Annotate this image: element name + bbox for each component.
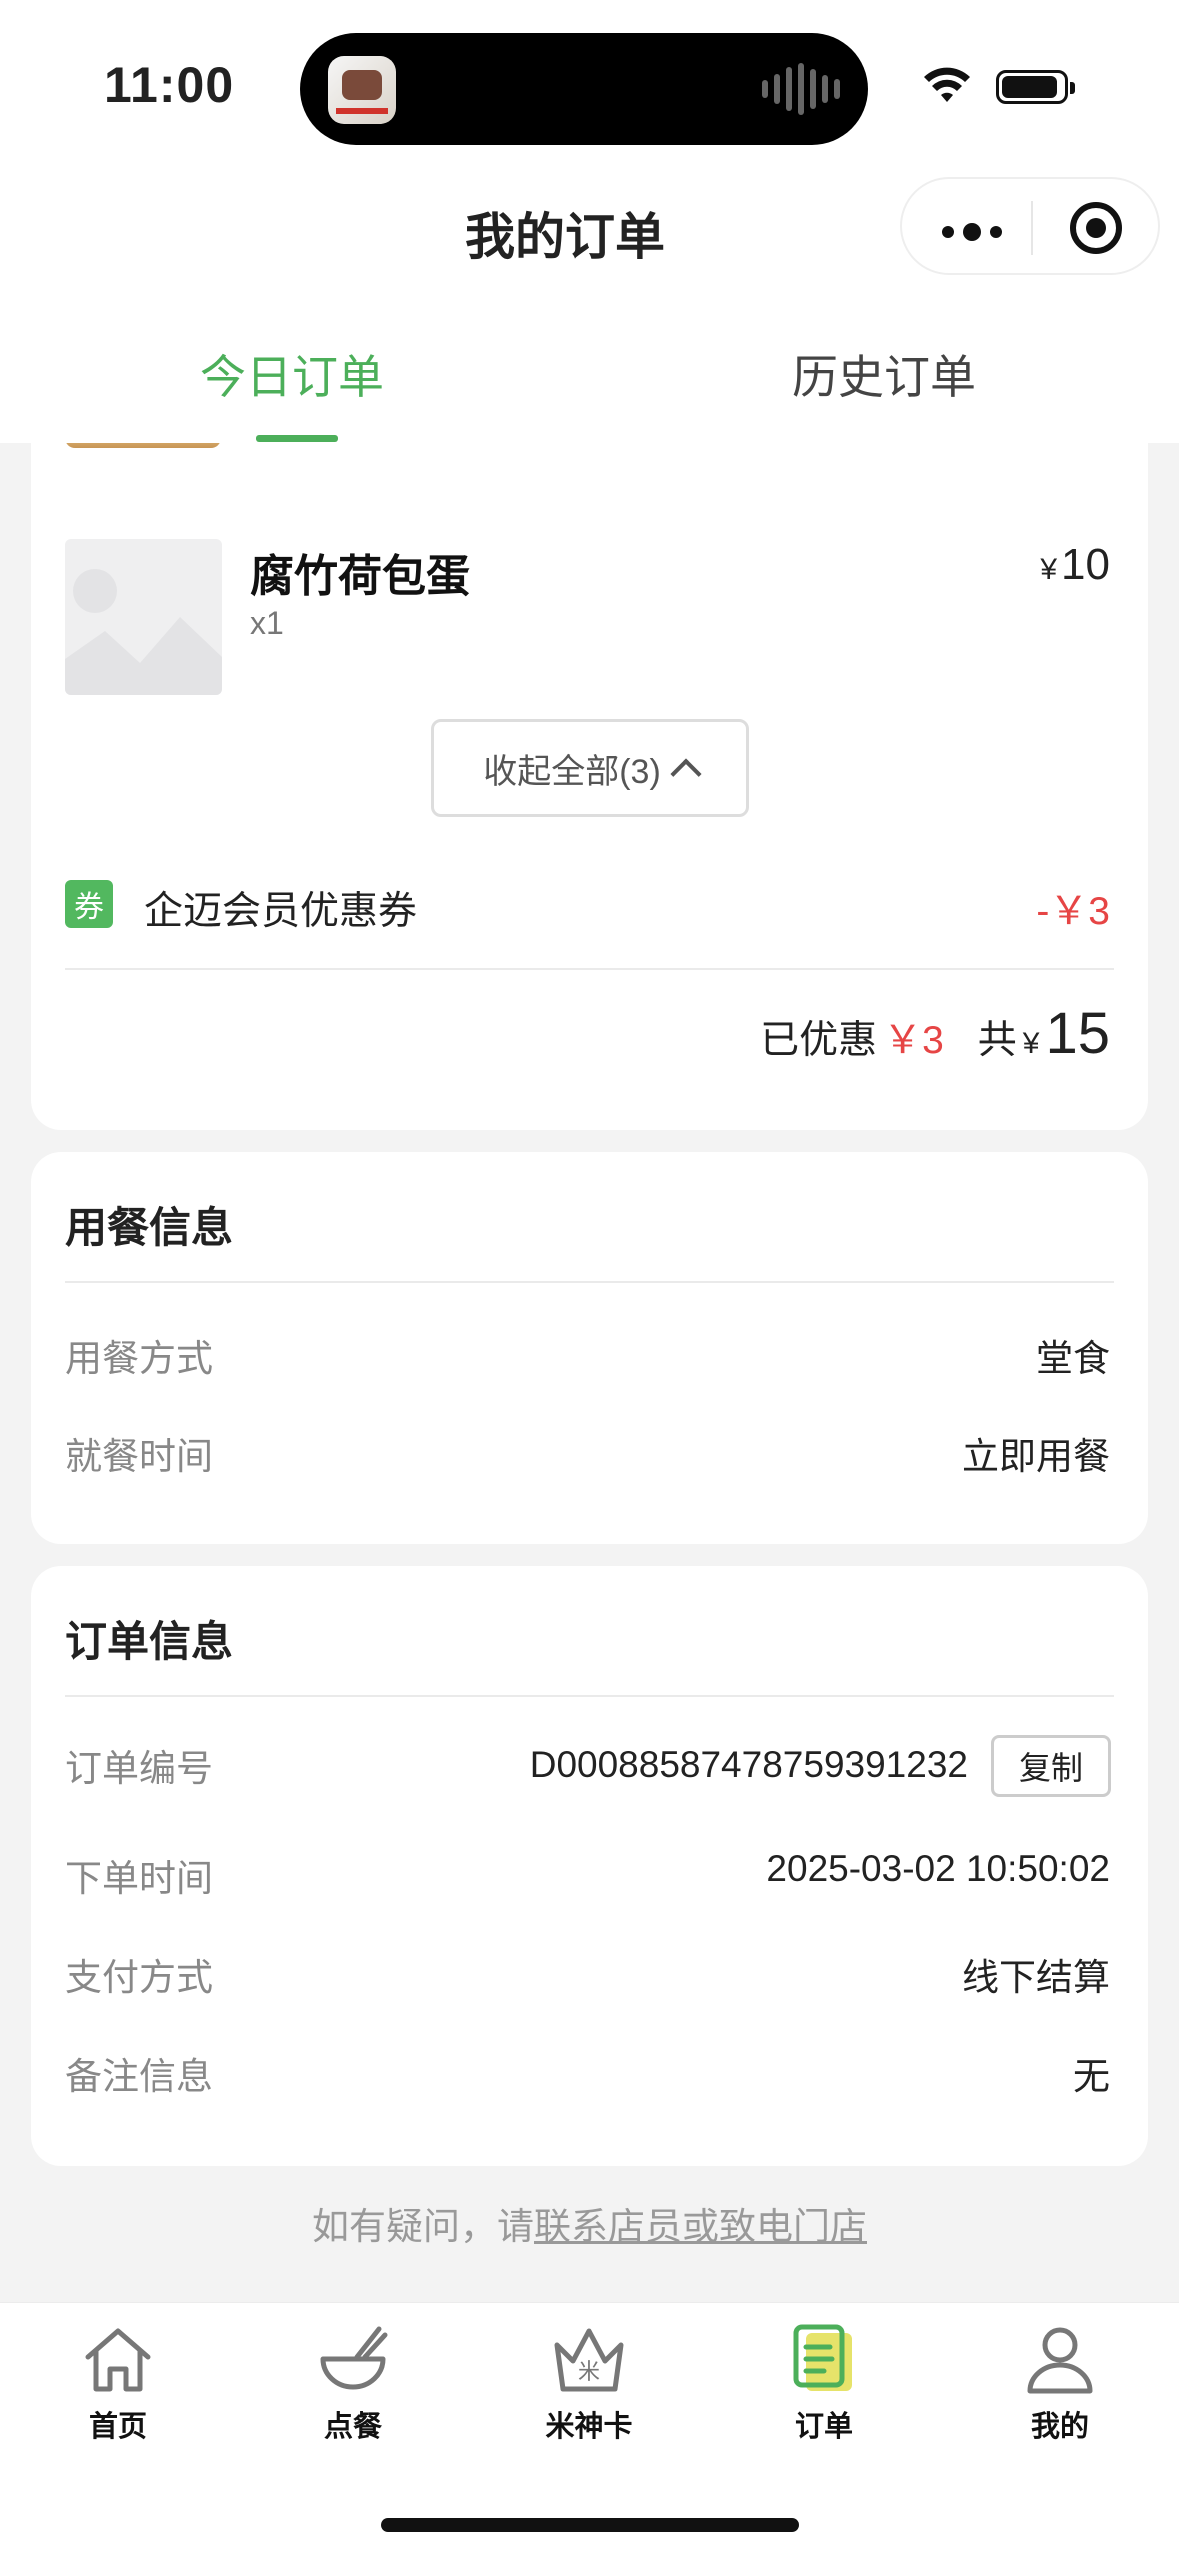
payment-method-label: 支付方式 <box>65 1957 213 1998</box>
order-items-card: 腐竹荷包蛋 x1 ¥10 收起全部(3) 券 企迈会员优惠券 -￥3 已优惠 ￥… <box>31 360 1148 1130</box>
contact-store-link[interactable]: 联系店员或致电门店 <box>534 2206 867 2247</box>
order-time-value: 2025-03-02 10:50:02 <box>766 1848 1110 1889</box>
collapse-all-button[interactable]: 收起全部(3) <box>431 719 749 817</box>
tab-active-indicator <box>256 435 338 442</box>
audio-waveform-icon <box>762 63 840 115</box>
crown-card-icon: 米 <box>549 2323 629 2397</box>
tabbar-home-label: 首页 <box>88 2411 147 2443</box>
dining-method-label: 用餐方式 <box>65 1338 213 1379</box>
discount-label: 已优惠 <box>760 1019 878 1062</box>
item-quantity: x1 <box>250 605 284 641</box>
remark-value: 无 <box>1073 2056 1110 2097</box>
divider <box>65 968 1114 970</box>
coupon-discount-amount: -￥3 <box>1036 890 1110 933</box>
nav-bar: 我的订单 <box>0 175 1179 285</box>
help-prefix: 如有疑问，请 <box>312 2206 534 2247</box>
user-icon <box>1020 2323 1100 2397</box>
tabbar-order-food[interactable]: 点餐 <box>283 2323 423 2445</box>
order-info-title: 订单信息 <box>65 1618 234 1665</box>
item-price: ¥10 <box>1040 540 1110 589</box>
tab-history-orders[interactable]: 历史订单 <box>792 341 976 407</box>
discount-value: ￥3 <box>883 1019 944 1062</box>
status-bar: 11:00 <box>0 0 1179 175</box>
total-label: 共 <box>977 1019 1017 1062</box>
now-playing-app-icon <box>328 56 396 124</box>
dine-info-card: 用餐信息 用餐方式 堂食 就餐时间 立即用餐 <box>31 1152 1148 1544</box>
more-icon[interactable] <box>942 223 1002 241</box>
order-total-row: 已优惠 ￥3 共 ¥ 15 <box>760 1000 1110 1067</box>
svg-text:米: 米 <box>578 2360 600 2385</box>
payment-method-value: 线下结算 <box>962 1957 1110 1998</box>
order-tabs: 今日订单 历史订单 <box>0 285 1179 443</box>
wifi-icon <box>924 67 970 102</box>
tabbar-order-food-label: 点餐 <box>323 2411 382 2443</box>
tabbar-home[interactable]: 首页 <box>48 2323 188 2445</box>
order-number-value: D000885874787593912​32 <box>529 1744 968 1785</box>
order-list-icon <box>784 2323 864 2397</box>
divider <box>65 1281 1114 1283</box>
tabbar-card[interactable]: 米 米神卡 <box>519 2323 659 2445</box>
mini-program-capsule <box>900 177 1160 275</box>
dining-method-value: 堂食 <box>1036 1338 1110 1379</box>
collapse-all-label: 收起全部(3) <box>483 752 661 791</box>
tabbar-orders-label: 订单 <box>794 2411 853 2443</box>
dine-info-title: 用餐信息 <box>65 1204 234 1251</box>
order-number-label: 订单编号 <box>65 1748 213 1789</box>
home-icon <box>78 2323 158 2397</box>
coupon-label: 企迈会员优惠券 <box>144 890 418 933</box>
total-amount: 15 <box>1045 1001 1110 1066</box>
dynamic-island <box>300 33 868 145</box>
tab-today-orders[interactable]: 今日订单 <box>200 341 384 407</box>
remark-label: 备注信息 <box>65 2056 213 2097</box>
divider <box>65 1695 1114 1697</box>
tabbar-card-label: 米神卡 <box>545 2411 633 2443</box>
dining-time-value: 立即用餐 <box>962 1436 1110 1477</box>
order-info-card: 订单信息 订单编号 D000885874787593912​32 复制 下单时间… <box>31 1566 1148 2166</box>
battery-icon <box>996 70 1075 104</box>
bowl-icon <box>313 2323 393 2397</box>
close-target-icon[interactable] <box>1070 202 1122 254</box>
help-text: 如有疑问，请联系店员或致电门店 <box>0 2196 1179 2250</box>
status-time: 11:00 <box>104 57 235 113</box>
chevron-up-icon <box>670 758 702 790</box>
tabbar-profile[interactable]: 我的 <box>990 2323 1130 2445</box>
order-time-label: 下单时间 <box>65 1858 213 1899</box>
tabbar-orders[interactable]: 订单 <box>754 2323 894 2445</box>
item-name: 腐竹荷包蛋 <box>250 552 470 601</box>
home-indicator[interactable] <box>381 2518 799 2532</box>
tabbar-profile-label: 我的 <box>1030 2411 1089 2443</box>
image-placeholder-icon <box>65 539 222 695</box>
total-currency: ¥ <box>1022 1027 1040 1060</box>
copy-button[interactable]: 复制 <box>991 1735 1111 1797</box>
dining-time-label: 就餐时间 <box>65 1436 213 1477</box>
coupon-icon: 券 <box>65 880 113 928</box>
